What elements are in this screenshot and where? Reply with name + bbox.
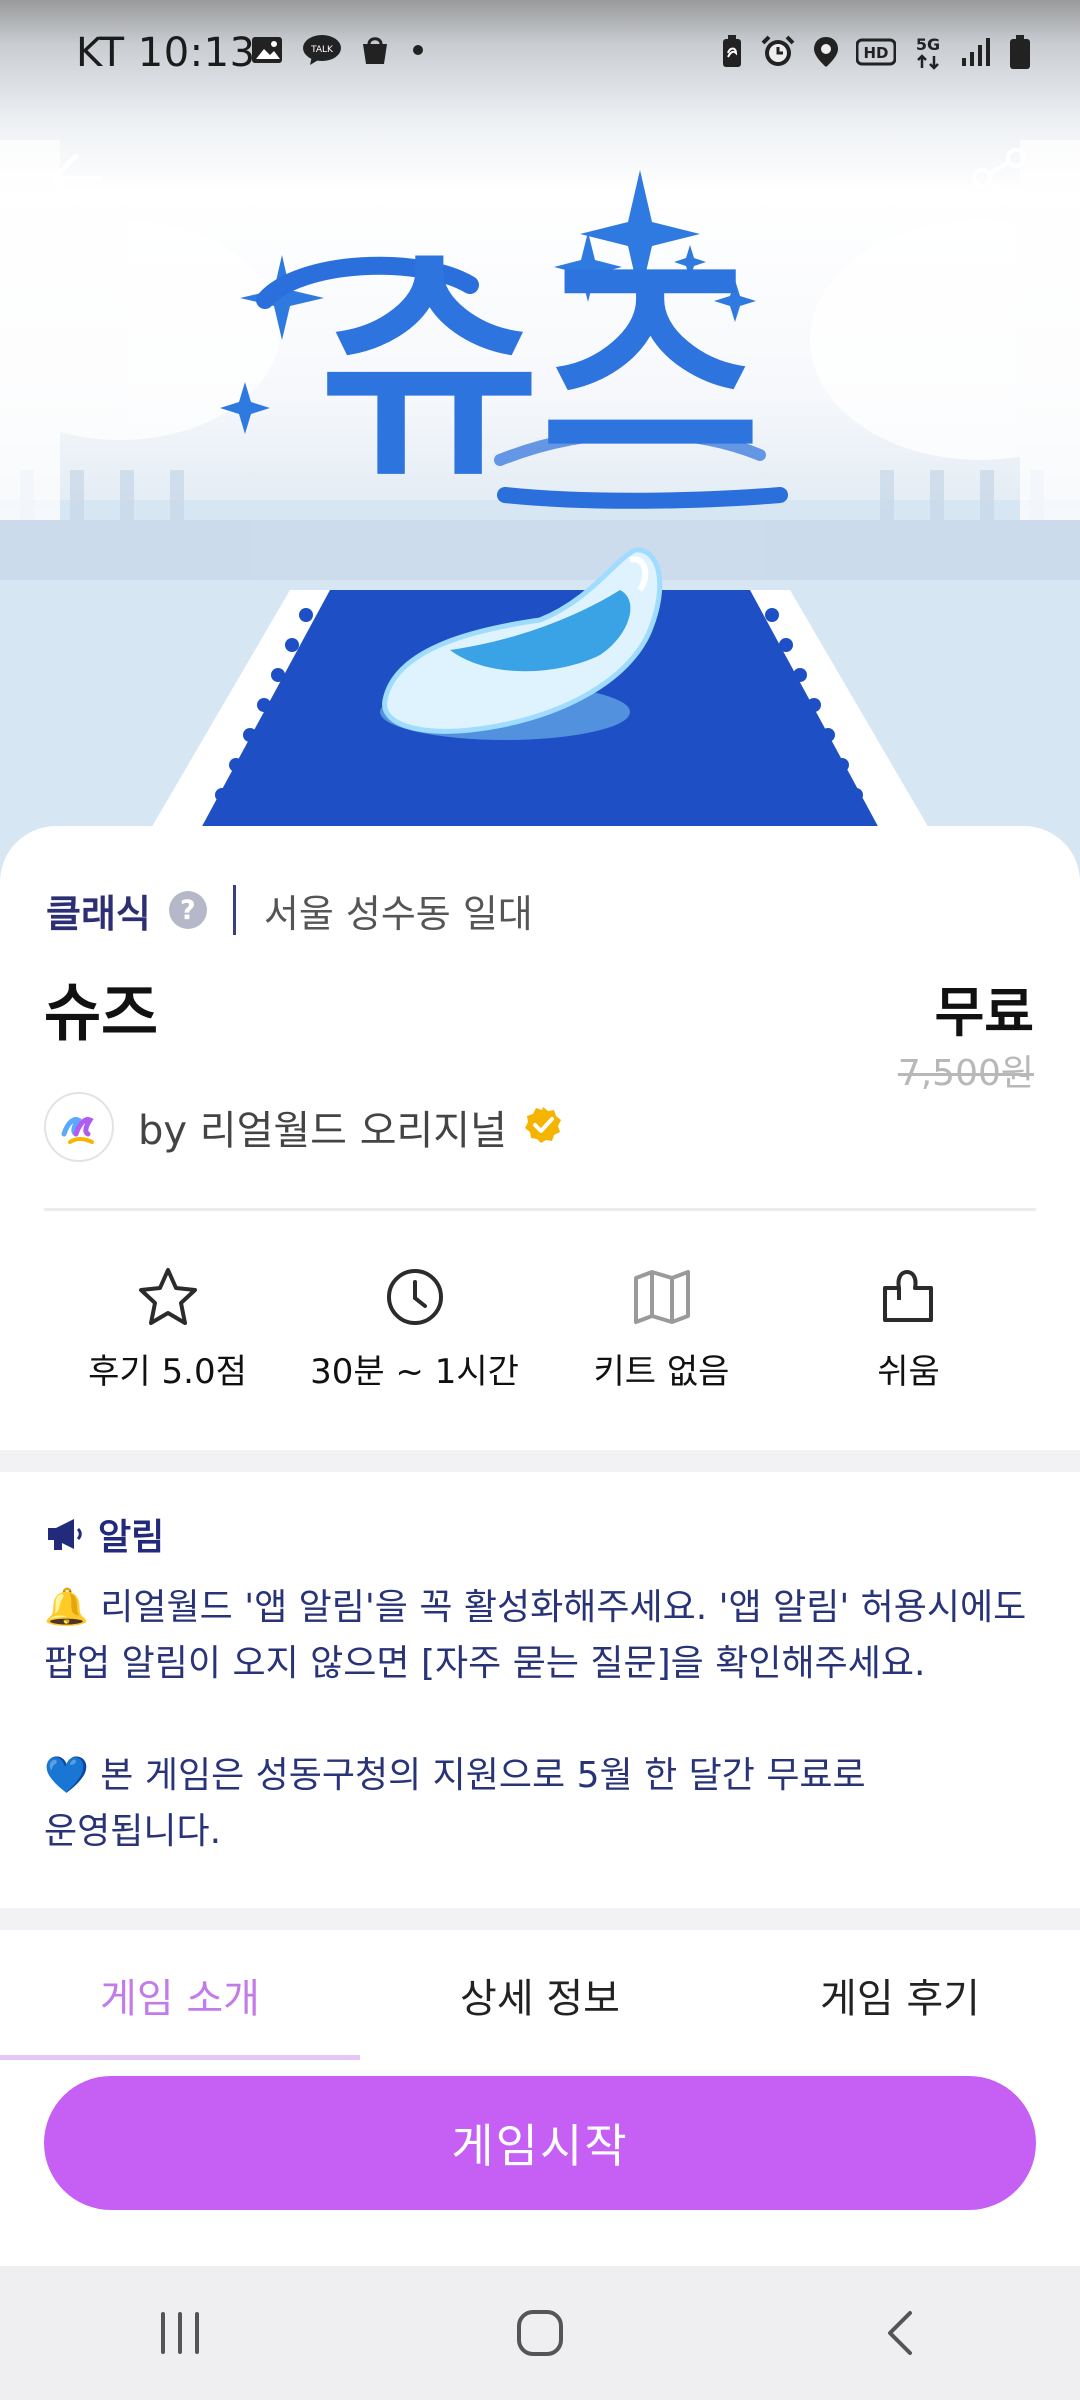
talk-icon: TALK bbox=[302, 34, 342, 70]
puzzle-icon bbox=[882, 1270, 933, 1322]
status-time: KT 10:13 bbox=[76, 30, 256, 76]
meta-divider bbox=[232, 885, 236, 935]
battery-icon bbox=[1008, 34, 1032, 74]
tab-details[interactable]: 상세 정보 bbox=[360, 1930, 720, 2060]
hd-badge-text: HD bbox=[863, 44, 888, 62]
stat-label: 키트 없음 bbox=[593, 1352, 730, 1392]
section-divider bbox=[44, 1208, 1036, 1211]
tab-bar: 게임 소개 상세 정보 게임 후기 bbox=[0, 1930, 1080, 2060]
back-icon bbox=[888, 2311, 912, 2355]
stat-rating: 후기 5.0점 bbox=[44, 1266, 291, 1406]
section-band bbox=[0, 1908, 1080, 1930]
hero-artwork: 슈즈 bbox=[0, 140, 1080, 880]
stats-row: 후기 5.0점 30분 ~ 1시간 키트 없음 쉬움 bbox=[0, 1266, 1080, 1406]
stat-kit: 키트 없음 bbox=[538, 1266, 785, 1406]
tab-game-intro[interactable]: 게임 소개 bbox=[0, 1930, 360, 2060]
back-button[interactable] bbox=[38, 138, 118, 218]
avatar bbox=[44, 1092, 114, 1162]
author-row[interactable]: by 리얼월드 오리지널 bbox=[44, 1092, 563, 1162]
recents-icon bbox=[161, 2312, 199, 2354]
hero-banner: 슈즈 KT 10:13 TALK HD 5G bbox=[0, 0, 1080, 880]
detail-sheet: 클래식 ? 서울 성수동 일대 슈즈 무료 7,500원 by 리얼월드 오리지… bbox=[0, 826, 1080, 2266]
stat-label: 쉬움 bbox=[877, 1352, 940, 1392]
game-title: 슈즈 bbox=[44, 976, 159, 1049]
start-game-button[interactable]: 게임시작 bbox=[44, 2076, 1036, 2210]
back-nav-button[interactable] bbox=[840, 2283, 960, 2383]
bag-icon bbox=[360, 34, 390, 70]
megaphone-icon bbox=[48, 1519, 82, 1550]
original-price: 7,500원 bbox=[897, 1053, 1034, 1094]
category-label: 클래식 bbox=[46, 891, 151, 936]
stat-label: 30분 ~ 1시간 bbox=[310, 1352, 519, 1392]
stat-label: 후기 5.0점 bbox=[88, 1352, 247, 1392]
verified-badge-icon bbox=[523, 1105, 563, 1149]
recents-button[interactable] bbox=[120, 2283, 240, 2383]
status-bar: KT 10:13 TALK HD 5G bbox=[0, 0, 1080, 110]
5g-badge-text: 5G bbox=[916, 35, 940, 54]
battery-saver-icon bbox=[720, 35, 744, 73]
star-icon bbox=[138, 1268, 197, 1325]
home-icon bbox=[517, 2310, 563, 2356]
stat-duration: 30분 ~ 1시간 bbox=[291, 1266, 538, 1406]
map-icon bbox=[633, 1270, 690, 1324]
meta-row: 클래식 ? 서울 성수동 일대 bbox=[46, 880, 533, 940]
alarm-icon bbox=[760, 35, 796, 73]
dot-icon bbox=[408, 40, 428, 64]
clock-icon bbox=[386, 1269, 443, 1325]
5g-icon: 5G bbox=[912, 34, 944, 74]
share-icon bbox=[972, 148, 1026, 208]
notice-text-1: 🔔 리얼월드 '앱 알림'을 꼭 활성화해주세요. '앱 알림' 허용시에도 팝… bbox=[44, 1587, 1027, 1684]
share-button[interactable] bbox=[960, 138, 1040, 218]
location-icon bbox=[812, 35, 840, 73]
hero-logo-text: 슈즈 bbox=[319, 227, 761, 507]
talk-badge-text: TALK bbox=[310, 45, 334, 55]
notice-text-2: 💙 본 게임은 성동구청의 지원으로 5월 한 달간 무료로 운영됩니다. bbox=[44, 1755, 866, 1852]
help-icon[interactable]: ? bbox=[168, 891, 207, 929]
notice-heading: 알림 bbox=[44, 1508, 1044, 1560]
price-label: 무료 bbox=[934, 981, 1034, 1044]
hd-icon: HD bbox=[855, 37, 897, 71]
signal-icon bbox=[960, 36, 992, 72]
section-band bbox=[0, 1450, 1080, 1472]
home-button[interactable] bbox=[480, 2283, 600, 2383]
realworld-logo-icon bbox=[61, 1117, 94, 1144]
system-nav-bar bbox=[0, 2266, 1080, 2400]
arrow-left-icon bbox=[51, 153, 103, 203]
notice-title: 알림 bbox=[98, 1517, 165, 1558]
notice-section: 알림 🔔 리얼월드 '앱 알림'을 꼭 활성화해주세요. '앱 알림' 허용시에… bbox=[44, 1508, 1044, 1860]
stat-difficulty: 쉬움 bbox=[785, 1266, 1032, 1406]
image-icon bbox=[250, 35, 284, 69]
tab-reviews[interactable]: 게임 후기 bbox=[720, 1930, 1080, 2060]
author-name: by 리얼월드 오리지널 bbox=[138, 1108, 507, 1154]
location-label: 서울 성수동 일대 bbox=[263, 891, 533, 936]
